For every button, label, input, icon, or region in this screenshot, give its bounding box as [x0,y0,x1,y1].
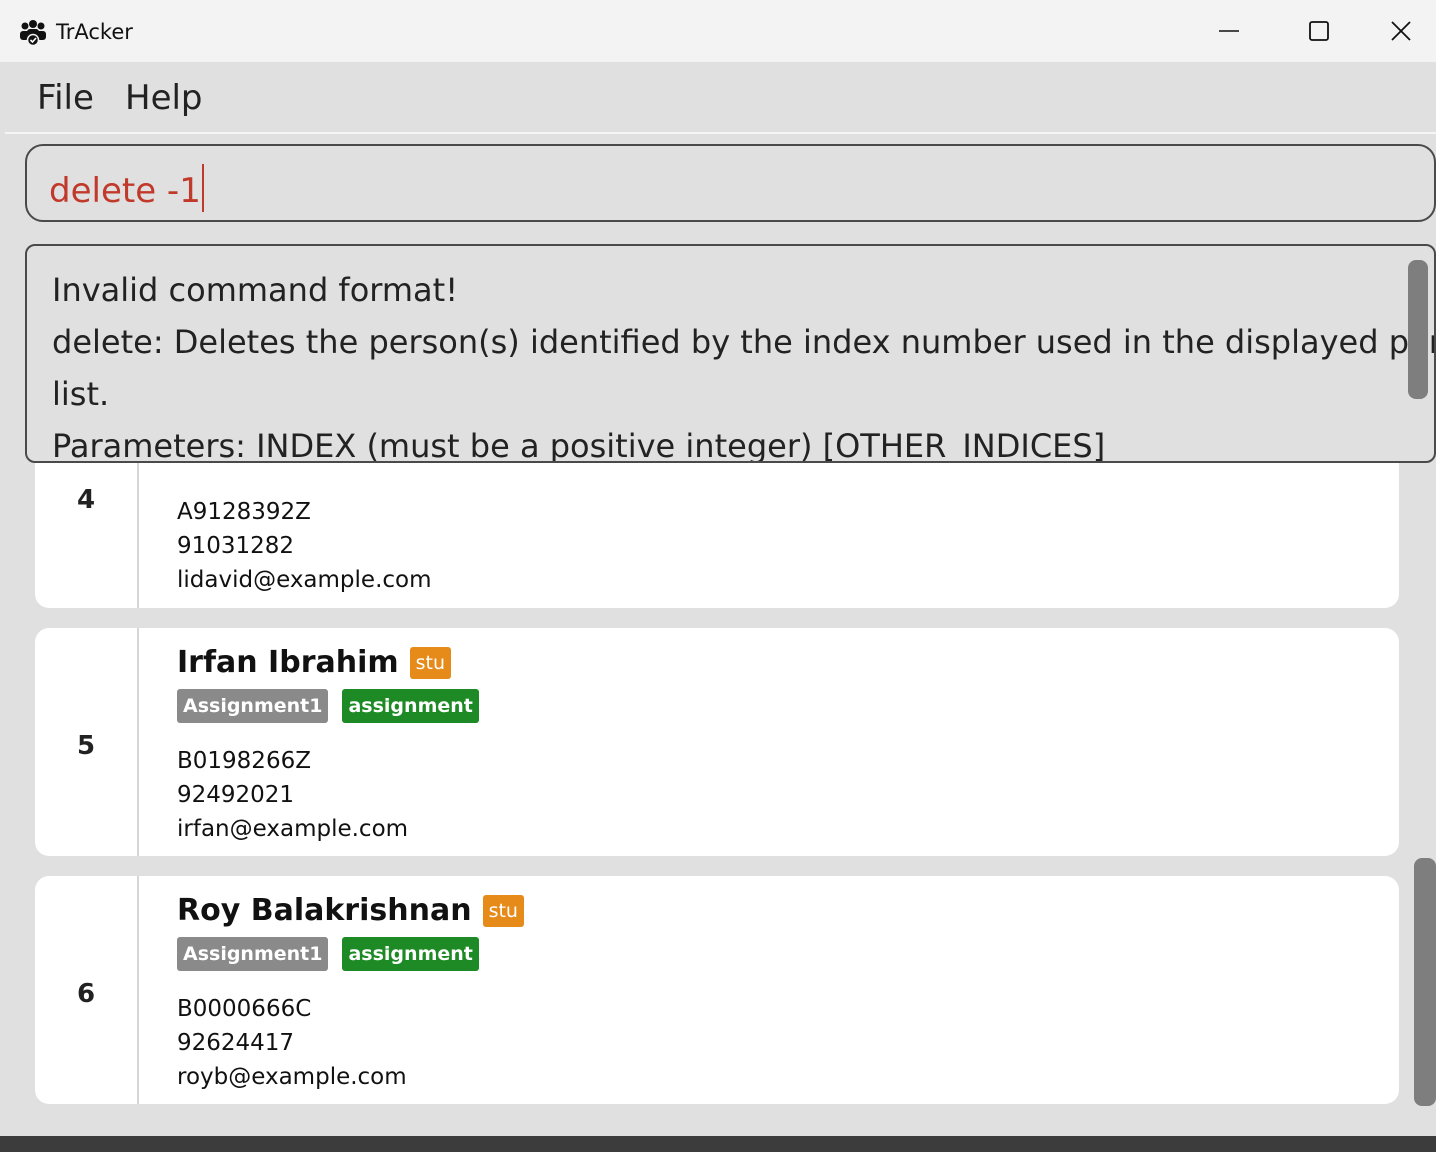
title-bar[interactable]: TrAcker [0,0,1436,62]
card-divider [137,628,139,856]
person-id: A9128392Z [177,499,311,525]
person-index: 5 [76,731,96,761]
person-id: B0000666C [177,996,312,1022]
people-group-icon [20,20,46,47]
person-index: 4 [76,485,96,515]
maximize-icon [1309,21,1329,41]
result-line: Invalid command format! [52,271,459,309]
person-email: royb@example.com [177,1064,407,1090]
result-line: delete: Deletes the person(s) identified… [52,323,1436,361]
minimize-icon [1219,30,1239,32]
person-card[interactable]: 5 Irfan Ibrahim stu Assignment1 assignme… [35,628,1399,856]
menu-file[interactable]: File [37,78,94,118]
person-phone: 91031282 [177,533,295,559]
person-id: B0198266Z [177,748,311,774]
list-scrollbar-thumb[interactable] [1414,858,1436,1106]
result-line: list. [52,375,110,413]
close-button[interactable] [1365,0,1436,62]
menu-help[interactable]: Help [125,78,203,118]
person-phone: 92624417 [177,1030,295,1056]
person-name: Irfan Ibrahim stu [177,645,452,680]
result-line: Parameters: INDEX (must be a positive in… [52,427,1106,463]
app-window: TrAcker File Help delete -1 Invalid comm… [0,0,1436,1136]
card-divider [137,876,139,1104]
command-text[interactable]: delete -1 [49,164,204,212]
person-list[interactable]: 4 A9128392Z 91031282 lidavid@example.com… [0,463,1436,1136]
result-display[interactable]: Invalid command format! delete: Deletes … [25,244,1436,463]
tag-badge: assignment [342,937,479,971]
person-email: irfan@example.com [177,816,409,842]
role-badge: stu [482,894,524,927]
result-text: Invalid command format! delete: Deletes … [52,264,1436,463]
person-name: Roy Balakrishnan stu [177,893,524,928]
person-card[interactable]: 4 A9128392Z 91031282 lidavid@example.com [35,463,1399,608]
close-icon [1390,21,1411,41]
tag-badge: assignment [342,689,479,723]
maximize-button[interactable] [1273,0,1365,62]
menu-bar: File Help [5,62,1436,134]
person-index: 6 [76,979,96,1009]
desktop-strip [0,1136,1436,1152]
tag-badge: Assignment1 [177,689,329,723]
person-name-text: Roy Balakrishnan [177,893,472,928]
minimize-button[interactable] [1183,0,1275,62]
command-value: delete -1 [49,171,201,211]
tag-badge: Assignment1 [177,937,329,971]
card-divider [137,463,139,608]
person-card[interactable]: 6 Roy Balakrishnan stu Assignment1 assig… [35,876,1399,1104]
result-scrollbar-thumb[interactable] [1408,260,1428,399]
person-email: lidavid@example.com [177,567,432,593]
person-phone: 92492021 [177,782,295,808]
window-title: TrAcker [56,20,133,44]
person-name-text: Irfan Ibrahim [177,645,399,680]
text-caret [201,164,204,212]
role-badge: stu [409,646,452,679]
command-input[interactable]: delete -1 [25,144,1436,222]
